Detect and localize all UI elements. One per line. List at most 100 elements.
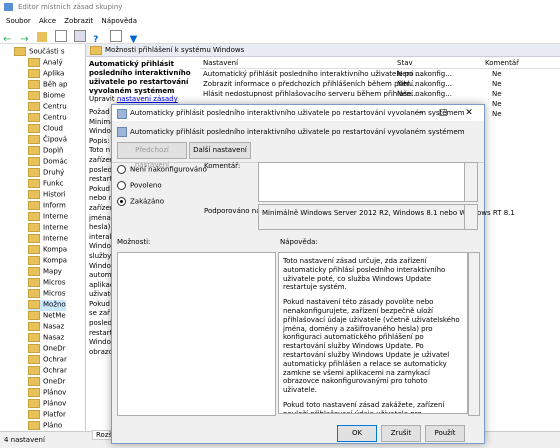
tree-item[interactable]: Běh ap (28, 80, 68, 91)
help-label: Nápověda: (280, 238, 318, 246)
status-text: 4 nastavení (4, 436, 45, 444)
tree-item-label: OneDr (43, 344, 66, 353)
tree-item-label: OneDr (43, 377, 66, 386)
tree-item[interactable]: Inform (28, 201, 66, 212)
dialog-title-bar: Automaticky přihlásit posledního interak… (112, 105, 484, 121)
table-cell: Ne (492, 70, 502, 78)
apply-button[interactable]: Použít (425, 425, 465, 442)
tree-item[interactable]: Kompa (28, 245, 67, 256)
tree-item[interactable]: Plánov (28, 399, 66, 410)
folder-icon (28, 355, 40, 364)
tree-item[interactable]: Čipová (28, 135, 67, 146)
tree-item[interactable]: Druhý (28, 168, 64, 179)
column-header-comment[interactable]: Komentář (485, 59, 519, 67)
column-header-setting[interactable]: Nastavení (203, 59, 238, 67)
console-icon[interactable] (110, 30, 123, 42)
tree-item[interactable]: Analý (28, 58, 63, 69)
table-cell: Hlásit nedostupnost přihlašovacího serve… (203, 90, 419, 98)
column-header-state[interactable]: Stav (397, 59, 413, 67)
folder-icon (28, 344, 40, 353)
next-setting-button[interactable]: Další nastavení (189, 142, 251, 159)
tree-item[interactable]: Cloud (28, 124, 63, 135)
table-row[interactable]: Automatický přihlásit posledního interak… (200, 69, 560, 79)
tree-item[interactable]: Funkc (28, 179, 63, 190)
menu-help[interactable]: Nápověda (102, 17, 137, 25)
comment-scrollbar[interactable] (464, 162, 478, 202)
tree-item[interactable]: Součásti s (14, 47, 65, 58)
menu-view[interactable]: Zobrazit (64, 17, 93, 25)
tree-item[interactable]: Centru (28, 102, 67, 113)
tree-item[interactable]: Interne (28, 223, 68, 234)
tree-item-label: Interne (43, 234, 69, 243)
tree-item[interactable]: Biome (28, 91, 65, 102)
menu-action[interactable]: Akce (39, 17, 56, 25)
tree-item-label: Ochrar (43, 366, 67, 375)
table-cell: Ne (492, 100, 502, 108)
tree-item[interactable]: Centru (28, 113, 67, 124)
properties-icon[interactable] (73, 30, 86, 42)
tree-item[interactable]: Histori (28, 190, 66, 201)
previous-setting-button[interactable]: Předchozí nastavení (117, 142, 187, 169)
radio-circle[interactable] (117, 181, 126, 190)
supported-scrollbar[interactable] (464, 204, 478, 230)
table-cell: Zobrazit informace o předchozích přihláš… (203, 80, 417, 88)
menu-file[interactable]: Soubor (6, 17, 31, 25)
tree-item[interactable]: OneDr (28, 377, 66, 388)
table-cell: Není nakonfig... (397, 80, 452, 88)
tree-item[interactable]: Možno (28, 300, 66, 311)
app-icon (4, 3, 13, 11)
tree-item-label: Funkc (43, 179, 64, 188)
radio-label: Zakázáno (130, 197, 164, 206)
tree-item[interactable]: Ochrar (28, 366, 67, 377)
radio-disabled[interactable]: Zakázáno (117, 197, 164, 206)
folder-icon (28, 91, 40, 100)
tree-item[interactable]: Domác (28, 157, 68, 168)
tree-item[interactable]: Platfor (28, 410, 66, 421)
tree-item[interactable]: Ochrar (28, 355, 67, 366)
folder-icon (28, 311, 40, 320)
tree-item[interactable]: Aplika (28, 69, 64, 80)
folder-icon (28, 201, 40, 210)
tree-item[interactable]: Kompa (28, 256, 67, 267)
folder-icon (28, 124, 40, 133)
tree-item[interactable]: Plánov (28, 388, 66, 399)
maximize-icon[interactable]: □ (436, 107, 450, 119)
help-scrollbar[interactable] (468, 252, 480, 416)
tree-item[interactable]: Nasaz (28, 322, 64, 333)
tree-item-label: Ochrar (43, 355, 67, 364)
table-row[interactable]: Zobrazit informace o předchozích přihláš… (200, 79, 560, 89)
help-paragraph: Pokud nastavení této zásady povolíte neb… (283, 298, 460, 395)
tree-item[interactable]: NetMe (28, 311, 66, 322)
tree-item[interactable]: Interne (28, 234, 68, 245)
tree-item[interactable]: Doplň (28, 146, 64, 157)
minimize-icon[interactable]: — (412, 107, 426, 119)
folder-icon (28, 190, 40, 199)
tree-item[interactable]: Nasaz (28, 333, 64, 344)
help-paragraph: Pokud toto nastavení zásad zakážete, zař… (283, 400, 445, 414)
tree-item[interactable]: Mapy (28, 267, 62, 278)
tree-item-label: Platfor (43, 410, 66, 419)
tree-item[interactable]: Interne (28, 212, 68, 223)
view-icon[interactable] (54, 30, 67, 42)
edit-policy-link[interactable]: nastavení zásady (117, 95, 178, 103)
radio-not-configured[interactable]: Není nakonfigurováno (117, 165, 207, 174)
folder-icon (28, 278, 40, 287)
table-cell: Ne (492, 110, 502, 118)
tree-item-label: Možno (43, 300, 66, 309)
help-panel: Toto nastavení zásad určuje, zda zařízen… (278, 252, 468, 414)
close-icon[interactable]: ✕ (462, 107, 476, 119)
cancel-button[interactable]: Zrušit (381, 425, 421, 442)
tree-item[interactable]: Micros (28, 289, 66, 300)
radio-enabled[interactable]: Povoleno (117, 181, 162, 190)
tree-item-label: Histori (43, 190, 66, 199)
comment-field[interactable] (258, 162, 465, 202)
radio-circle[interactable] (117, 165, 126, 174)
radio-circle[interactable] (117, 197, 126, 206)
tree-item[interactable]: OneDr (28, 344, 66, 355)
folder-icon (28, 410, 40, 419)
tree-item[interactable]: Pláno (28, 421, 62, 431)
tree-item[interactable]: Micros (28, 278, 66, 289)
table-row[interactable]: Hlásit nedostupnost přihlašovacího serve… (200, 89, 560, 99)
folder-icon[interactable] (37, 32, 48, 42)
ok-button[interactable]: OK (337, 425, 377, 442)
